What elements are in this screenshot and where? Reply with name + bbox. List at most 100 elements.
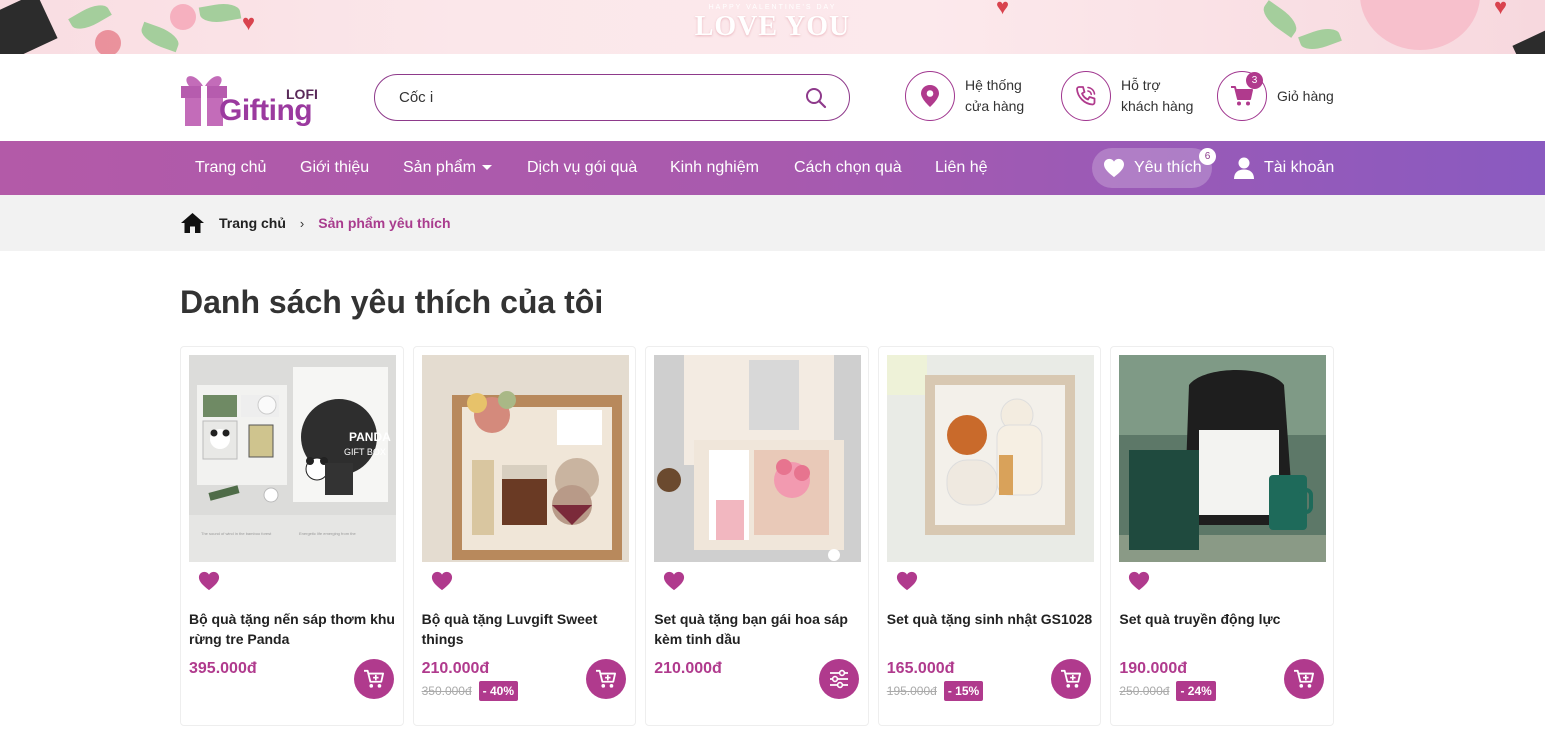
svg-text:Energetic life emerging from t: Energetic life emerging from the [299, 531, 356, 536]
product-image[interactable] [886, 355, 1094, 562]
breadcrumb-current: Sản phẩm yêu thích [318, 215, 451, 231]
nav-item-gift-guide[interactable]: Cách chọn quà [794, 141, 902, 195]
phone-icon [1076, 86, 1096, 106]
wishlist-count-badge: 6 [1199, 148, 1216, 165]
product-card[interactable]: Set quà tặng bạn gái hoa sáp kèm tinh dầ… [645, 346, 869, 726]
luvgift-box-image [421, 355, 629, 562]
product-image[interactable] [1119, 355, 1327, 562]
discount-badge: - 24% [1176, 681, 1216, 701]
support-line2: khách hàng [1121, 98, 1194, 114]
store-system-line2: cửa hàng [965, 98, 1025, 114]
home-icon[interactable] [180, 212, 205, 234]
wax-flower-gift-set-image [654, 355, 862, 562]
select-options-button[interactable] [818, 659, 859, 699]
cart-button[interactable]: 3 [1217, 71, 1267, 121]
add-to-cart-button[interactable] [353, 659, 394, 699]
add-to-cart-button[interactable] [1283, 659, 1324, 699]
product-card[interactable]: Set quà truyền động lực 190.000đ 250.000… [1110, 346, 1334, 726]
product-price: 210.000đ [421, 660, 490, 677]
logo-text: Gifting [219, 94, 313, 127]
nav-item-home[interactable]: Trang chủ [195, 141, 266, 195]
product-price: 165.000đ [886, 660, 955, 677]
add-to-cart-button[interactable] [1051, 659, 1092, 699]
product-name[interactable]: Bộ quà tặng Luvgift Sweet things [422, 609, 632, 649]
cart-link[interactable]: 3 Giỏ hàng [1217, 71, 1334, 121]
product-name[interactable]: Set quà truyền động lực [1119, 609, 1329, 629]
svg-text:GIFT BOX: GIFT BOX [344, 447, 386, 457]
product-card[interactable]: PANDA GIFT BOX The sound of wind in the … [180, 346, 404, 726]
nav-item-about[interactable]: Giới thiệu [300, 141, 369, 195]
heart-icon[interactable] [1128, 570, 1150, 592]
product-card[interactable]: Set quà tặng sinh nhật GS1028 165.000đ 1… [877, 346, 1102, 726]
original-price: 350.000đ [421, 684, 472, 698]
product-name[interactable]: Bộ quà tặng nến sáp thơm khu rừng tre Pa… [189, 609, 399, 649]
add-to-cart-button[interactable] [586, 659, 627, 699]
promo-banner[interactable]: ♥ ♥ ♥ HAPPY VALENTINE'S DAY LOVE YOU [0, 0, 1545, 54]
breadcrumb-bar: Trang chủ › Sản phẩm yêu thích [0, 195, 1545, 251]
heart-icon[interactable] [896, 570, 918, 592]
support-button[interactable] [1061, 71, 1111, 121]
banner-title: HAPPY VALENTINE'S DAY LOVE YOU [0, 4, 1545, 43]
nav-item-experience[interactable]: Kinh nghiệm [670, 141, 759, 195]
add-to-cart-icon [596, 669, 617, 688]
heart-icon[interactable] [198, 570, 220, 592]
add-to-cart-icon [1293, 669, 1314, 688]
search-icon [806, 87, 827, 108]
nav-products-label: Sản phẩm [403, 159, 476, 176]
location-button[interactable] [905, 71, 955, 121]
store-system-link[interactable]: Hệ thống cửa hàng [905, 71, 1024, 121]
nav-item-contact[interactable]: Liên hệ [935, 141, 988, 195]
product-price: 190.000đ [1119, 660, 1187, 677]
heart-icon [1104, 158, 1124, 178]
page-title: Danh sách yêu thích của tôi [180, 284, 604, 320]
support-line1: Hỗ trợ [1121, 77, 1161, 93]
wishlist-label: Yêu thích [1134, 159, 1202, 176]
discount-badge: - 40% [478, 681, 519, 701]
cart-label: Giỏ hàng [1277, 87, 1334, 104]
wishlist-grid: PANDA GIFT BOX The sound of wind in the … [180, 346, 1334, 726]
birthday-gift-set-image [886, 355, 1094, 562]
product-image[interactable]: PANDA GIFT BOX The sound of wind in the … [189, 355, 396, 562]
logo[interactable]: LOFI Gifting [179, 68, 319, 128]
wishlist-button[interactable]: Yêu thích 6 [1092, 148, 1216, 188]
product-price: 210.000đ [654, 660, 722, 677]
product-image[interactable] [654, 355, 862, 562]
svg-text:The sound of wind in the bambo: The sound of wind in the bamboo forest [201, 531, 272, 536]
store-system-text: Hệ thống cửa hàng [965, 75, 1024, 117]
product-card[interactable]: Bộ quà tặng Luvgift Sweet things 210.000… [412, 346, 637, 726]
original-price: 250.000đ [1119, 684, 1170, 698]
chevron-down-icon [481, 165, 492, 171]
product-image[interactable] [421, 355, 629, 562]
heart-icon[interactable] [663, 570, 685, 592]
main-nav: Trang chủ Giới thiệu Sản phẩm Dịch vụ gó… [0, 141, 1545, 195]
store-system-line1: Hệ thống [965, 77, 1022, 93]
nav-item-products[interactable]: Sản phẩm [403, 141, 492, 195]
nav-item-gift-wrapping[interactable]: Dịch vụ gói quà [527, 141, 637, 195]
breadcrumb: Trang chủ › Sản phẩm yêu thích [180, 195, 451, 251]
search-bar [374, 74, 850, 121]
account-label: Tài khoản [1264, 159, 1335, 176]
panda-gift-box-image: PANDA GIFT BOX The sound of wind in the … [189, 355, 396, 562]
search-input[interactable] [399, 89, 803, 106]
product-price: 395.000đ [189, 660, 257, 677]
discount-badge: - 15% [943, 681, 984, 701]
product-name[interactable]: Set quà tặng sinh nhật GS1028 [887, 609, 1097, 629]
cart-count-badge: 3 [1246, 72, 1263, 89]
price-row: 250.000đ - 24% [1119, 681, 1216, 701]
banner-subtitle: HAPPY VALENTINE'S DAY [708, 4, 837, 11]
user-icon [1234, 157, 1254, 179]
product-name[interactable]: Set quà tặng bạn gái hoa sáp kèm tinh dầ… [654, 609, 864, 649]
breadcrumb-home[interactable]: Trang chủ [219, 215, 286, 231]
chevron-right-icon: › [299, 215, 305, 231]
sliders-icon [829, 669, 848, 689]
search-button[interactable] [803, 85, 829, 111]
account-button[interactable]: Tài khoản [1233, 141, 1334, 195]
heart-icon[interactable] [431, 570, 453, 592]
site-header: LOFI Gifting Hệ thống cửa hàng [0, 54, 1545, 141]
price-row: 195.000đ - 15% [887, 681, 984, 701]
customer-support-link[interactable]: Hỗ trợ khách hàng [1061, 71, 1193, 121]
location-pin-icon [921, 85, 939, 107]
svg-text:PANDA: PANDA [349, 430, 391, 444]
banner-heading: LOVE YOU [694, 11, 851, 42]
price-row: 350.000đ - 40% [421, 681, 519, 701]
